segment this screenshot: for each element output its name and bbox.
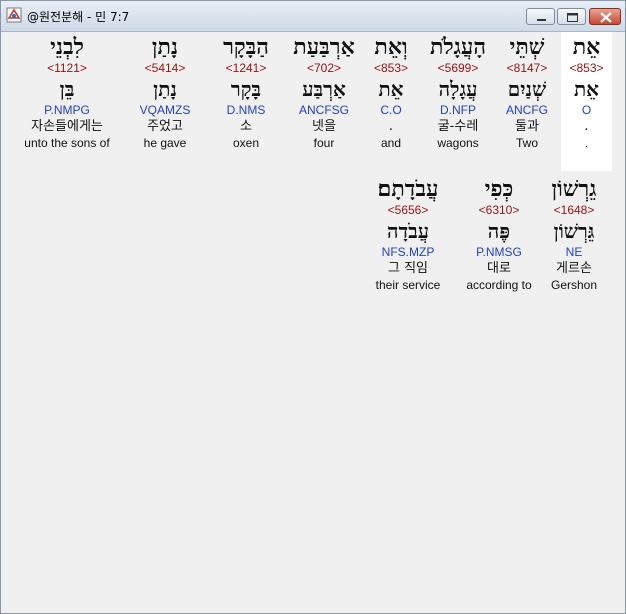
strong-number[interactable]: <6310> — [459, 202, 539, 218]
strong-number[interactable]: <5414> — [129, 60, 201, 76]
morphology-code: D.NMS — [226, 103, 266, 117]
english-gloss: according to — [466, 278, 532, 292]
korean-gloss: 소 — [240, 119, 252, 134]
english-gloss: and — [380, 136, 402, 150]
english-gloss: he gave — [143, 136, 187, 150]
hebrew-word: אַרְבַּעַת — [293, 34, 355, 60]
word-cell[interactable]: אַרְבַּעַת <702> אַרְבַּע ANCFSG 넷을 four — [283, 34, 365, 151]
window-title: @원전분해 - 민 7:7 — [27, 10, 130, 24]
morphology-code: D.NFP — [440, 103, 476, 117]
hebrew-lemma: אַרְבַּע — [302, 77, 346, 101]
hebrew-word: כְּפִי — [484, 176, 514, 202]
strong-number[interactable]: <853> — [367, 60, 415, 76]
interlinear-view[interactable]: אֵת <853> אֵת O . . שְׁתֵּי <8147> שְׁנַ… — [3, 32, 623, 611]
hebrew-word: שְׁתֵּי — [509, 34, 545, 60]
korean-gloss: . — [584, 119, 589, 134]
word-cell[interactable]: לִבְנֵי <1121> בֵּן P.NMPG 자손들에게는 unto t… — [17, 34, 117, 151]
hebrew-lemma: עֲגָלָה — [438, 77, 478, 101]
morphology-code: P.NMSG — [476, 245, 522, 259]
app-window: @원전분해 - 민 7:7 אֵת <853> אֵת O . . שְׁתֵּ… — [0, 0, 626, 614]
morphology-code: ANCFG — [506, 103, 548, 117]
strong-number[interactable]: <1648> — [543, 202, 605, 218]
word-cell[interactable]: גֵרְשׁוֹן <1648> גֵּרְשׁוֹן NE 게르손 Gersh… — [543, 176, 605, 293]
strong-number[interactable]: <1121> — [17, 60, 117, 76]
strong-number[interactable]: <5656> — [367, 202, 449, 218]
morphology-code: NFS.MZP — [381, 245, 435, 259]
english-gloss: Gershon — [550, 278, 598, 292]
hebrew-lemma: אֵת — [378, 77, 404, 101]
title-bar[interactable]: @원전분해 - 민 7:7 — [1, 1, 625, 32]
hebrew-word: הָעֲגָלֹת — [429, 34, 487, 60]
morphology-code: NE — [565, 245, 583, 259]
morphology-code: P.NMPG — [44, 103, 90, 117]
hebrew-lemma: אֵת — [573, 77, 600, 101]
korean-gloss: 넷을 — [312, 119, 336, 134]
word-cell[interactable]: הָעֲגָלֹת <5699> עֲגָלָה D.NFP 굴-수레 wago… — [417, 34, 499, 151]
word-cell[interactable]: כְּפִי <6310> פֶּה P.NMSG 대로 according t… — [459, 176, 539, 293]
word-cell[interactable]: הַבָּקָר <1241> בָּקָר D.NMS 소 oxen — [207, 34, 285, 151]
hebrew-lemma: עֲבֹדָה — [386, 219, 430, 243]
hebrew-word: עֲבֹדָתָם׃ — [377, 176, 439, 202]
word-cell[interactable]: עֲבֹדָתָם׃ <5656> עֲבֹדָה NFS.MZP 그 직임 t… — [367, 176, 449, 293]
english-gloss: wagons — [437, 136, 479, 150]
hebrew-lemma: גֵּרְשׁוֹן — [553, 219, 595, 243]
morphology-code: VQAMZS — [139, 103, 191, 117]
english-gloss: oxen — [232, 136, 260, 150]
word-cell[interactable]: נָתַן <5414> נָתַן VQAMZS 주었고 he gave — [129, 34, 201, 151]
english-gloss: their service — [375, 278, 441, 292]
strong-number[interactable]: <702> — [283, 60, 365, 76]
korean-gloss: 대로 — [487, 261, 511, 276]
close-button[interactable] — [589, 8, 621, 25]
korean-gloss: 둘과 — [515, 119, 539, 134]
hebrew-word: אֵת — [572, 34, 601, 60]
hebrew-word: וְאֵת — [374, 34, 408, 60]
app-icon — [6, 7, 22, 23]
close-icon — [600, 12, 612, 23]
strong-number[interactable]: <853> — [561, 60, 612, 76]
word-cell[interactable]: אֵת <853> אֵת O . . — [561, 34, 612, 151]
strong-number[interactable]: <8147> — [501, 60, 553, 76]
hebrew-lemma: שְׁנַיִם — [507, 77, 547, 101]
korean-gloss: 게르손 — [556, 261, 592, 276]
hebrew-word: נָתַן — [151, 34, 179, 60]
minimize-icon — [537, 19, 546, 21]
english-gloss: Two — [515, 136, 538, 150]
hebrew-lemma: בֵּן — [59, 77, 75, 101]
minimize-button[interactable] — [526, 8, 555, 25]
english-gloss: four — [313, 136, 335, 150]
strong-number[interactable]: <1241> — [207, 60, 285, 76]
hebrew-lemma: בָּקָר — [230, 77, 262, 101]
maximize-icon — [567, 13, 578, 22]
word-cell[interactable]: וְאֵת <853> אֵת C.O . and — [367, 34, 415, 151]
korean-gloss: 굴-수레 — [437, 119, 479, 134]
korean-gloss: . — [388, 119, 394, 134]
korean-gloss: 주었고 — [147, 119, 183, 134]
morphology-code: C.O — [380, 103, 402, 117]
english-gloss: . — [584, 136, 589, 150]
maximize-button[interactable] — [557, 8, 586, 25]
hebrew-word: לִבְנֵי — [50, 34, 84, 60]
korean-gloss: 그 직임 — [387, 261, 428, 276]
hebrew-lemma: פֶּה — [487, 219, 511, 243]
hebrew-word: גֵרְשׁוֹן — [551, 176, 597, 202]
korean-gloss: 자손들에게는 — [31, 119, 103, 134]
hebrew-word: הַבָּקָר — [223, 34, 269, 60]
word-cell[interactable]: שְׁתֵּי <8147> שְׁנַיִם ANCFG 둘과 Two — [501, 34, 553, 151]
morphology-code: ANCFSG — [298, 103, 349, 117]
english-gloss: unto the sons of — [24, 136, 110, 150]
morphology-code: O — [581, 103, 592, 117]
hebrew-lemma: נָתַן — [153, 77, 177, 101]
strong-number[interactable]: <5699> — [417, 60, 499, 76]
